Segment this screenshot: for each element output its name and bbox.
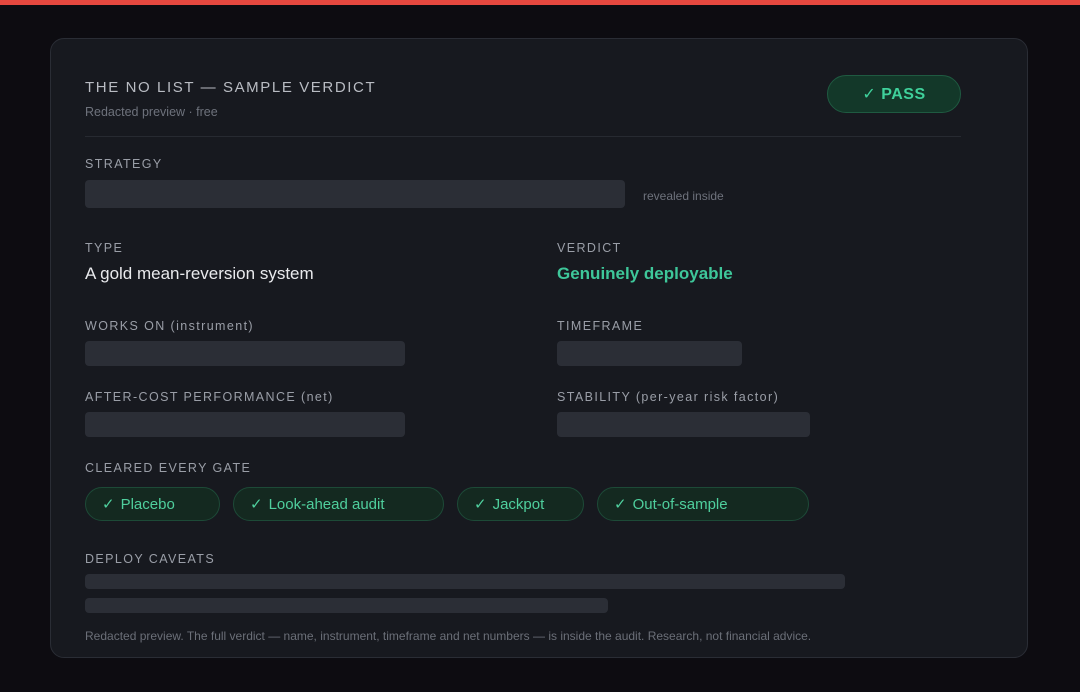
gate-chip-label: Jackpot (492, 495, 545, 513)
strategy-label: STRATEGY (85, 157, 163, 171)
top-accent-bar (0, 0, 1080, 5)
gate-chip-label: Look-ahead audit (268, 495, 385, 513)
card-title: THE NO LIST — SAMPLE VERDICT (85, 79, 377, 96)
caveats-label: DEPLOY CAVEATS (85, 552, 216, 566)
verdict-value: Genuinely deployable (557, 264, 733, 283)
instrument-redacted (85, 341, 405, 366)
check-icon: ✓ (474, 496, 487, 513)
check-icon: ✓ (250, 496, 263, 513)
check-icon: ✓ (102, 496, 115, 513)
caveats-redacted-line-1 (85, 574, 845, 589)
gates-label: CLEARED EVERY GATE (85, 461, 252, 475)
stability-label: STABILITY (per-year risk factor) (557, 390, 780, 404)
type-value: A gold mean-reversion system (85, 264, 314, 283)
timeframe-redacted (557, 341, 742, 366)
gate-chip-label: Out-of-sample (632, 495, 728, 513)
check-icon: ✓ (614, 496, 627, 513)
timeframe-label: TIMEFRAME (557, 319, 644, 333)
strategy-reveal-note: revealed inside (643, 189, 724, 203)
gate-chip-placebo: ✓ Placebo (85, 487, 220, 521)
card-subtitle: Redacted preview · free (85, 105, 218, 119)
performance-redacted (85, 412, 405, 437)
performance-label: AFTER-COST PERFORMANCE (net) (85, 390, 334, 404)
gate-chip-look-ahead-audit: ✓ Look-ahead audit (233, 487, 444, 521)
gate-chip-jackpot: ✓ Jackpot (457, 487, 584, 521)
gate-chip-label: Placebo (120, 495, 175, 513)
header-divider (85, 136, 961, 137)
pass-badge: ✓ PASS (827, 75, 961, 113)
disclaimer-footnote: Redacted preview. The full verdict — nam… (85, 629, 812, 643)
verdict-card: THE NO LIST — SAMPLE VERDICT Redacted pr… (50, 38, 1028, 658)
gate-chip-out-of-sample: ✓ Out-of-sample (597, 487, 809, 521)
type-label: TYPE (85, 241, 124, 255)
instrument-label: WORKS ON (instrument) (85, 319, 254, 333)
strategy-redacted (85, 180, 625, 208)
caveats-redacted-line-2 (85, 598, 608, 613)
stability-redacted (557, 412, 810, 437)
verdict-label: VERDICT (557, 241, 622, 255)
